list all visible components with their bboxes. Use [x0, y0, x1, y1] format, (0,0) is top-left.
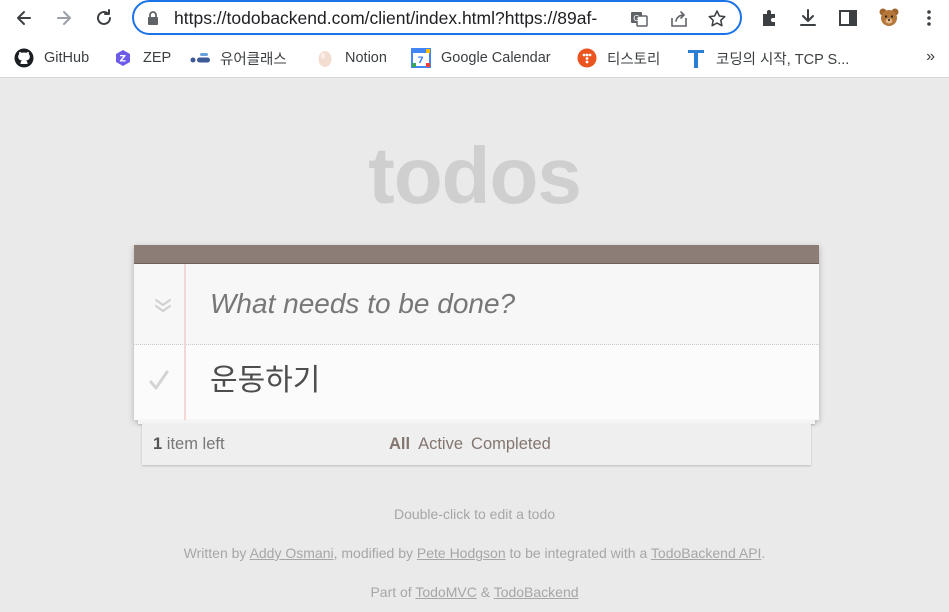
- todo-footer: 1 item left All Active Completed: [142, 424, 811, 465]
- part-of-line: Part of TodoMVC & TodoBackend: [0, 584, 949, 600]
- edit-hint: Double-click to edit a todo: [393, 506, 556, 522]
- share-icon[interactable]: [668, 8, 690, 30]
- bookmark-star-icon[interactable]: [706, 8, 728, 30]
- side-panel-icon[interactable]: [835, 5, 861, 31]
- todo-count-suffix: item left: [162, 435, 225, 453]
- back-button[interactable]: [10, 4, 38, 32]
- todo-label[interactable]: 운동하기: [210, 363, 320, 399]
- notion-icon: [315, 48, 335, 68]
- reload-button[interactable]: [90, 4, 118, 32]
- address-bar[interactable]: https://todobackend.com/client/index.htm…: [132, 0, 742, 35]
- new-todo-row: [134, 264, 819, 345]
- zep-icon: Z: [113, 48, 133, 68]
- bookmark-label: Google Calendar: [441, 50, 551, 66]
- new-todo-input[interactable]: [210, 284, 800, 324]
- toggle-all-button[interactable]: [152, 294, 174, 316]
- todo-app: 운동하기: [134, 245, 819, 420]
- bookmark-label: 코딩의 시작, TCP S...: [716, 51, 850, 68]
- page-content: todos 운동하기 1 item left All Active Comple…: [0, 79, 949, 612]
- bookmark-zep[interactable]: Z ZEP: [113, 47, 171, 69]
- translate-icon[interactable]: G: [628, 8, 650, 30]
- bookmark-google-calendar[interactable]: 7 Google Calendar: [411, 47, 551, 69]
- credits-text: .: [761, 545, 766, 561]
- author-link-pete[interactable]: Pete Hodgson: [417, 545, 506, 561]
- todo-item[interactable]: 운동하기: [134, 345, 819, 420]
- browser-toolbar: https://todobackend.com/client/index.htm…: [0, 0, 949, 38]
- bookmark-label: 유어클래스: [220, 51, 287, 68]
- yourclass-icon: [190, 48, 210, 68]
- part-of-text: Part of: [370, 584, 416, 600]
- credits-line: Written by Addy Osmani, modified by Pete…: [0, 545, 949, 561]
- credits-text: Written by: [183, 545, 250, 561]
- url-text[interactable]: https://todobackend.com/client/index.htm…: [174, 8, 619, 28]
- svg-text:Z: Z: [120, 55, 127, 65]
- part-of-text: &: [476, 584, 494, 600]
- credits-text: to be integrated with a: [505, 545, 651, 561]
- tistory-icon: [577, 48, 597, 68]
- back-arrow-icon: [17, 11, 31, 25]
- download-icon[interactable]: [795, 5, 821, 31]
- todo-count-number: 1: [153, 435, 163, 453]
- filter-active[interactable]: Active: [418, 435, 463, 454]
- todomvc-link[interactable]: TodoMVC: [415, 584, 476, 600]
- notebook-margin-line: [184, 264, 186, 420]
- todo-count: 1 item left: [153, 435, 225, 454]
- extensions-icon[interactable]: [756, 5, 782, 31]
- filter-all[interactable]: All: [389, 435, 410, 454]
- github-icon: [14, 48, 34, 68]
- forward-arrow-icon: [57, 11, 71, 25]
- bookmark-notion[interactable]: Notion: [315, 47, 387, 69]
- filters: All Active Completed: [389, 435, 551, 454]
- bookmark-github[interactable]: GitHub: [14, 47, 89, 69]
- bookmark-label: GitHub: [44, 50, 90, 66]
- profile-avatar-icon[interactable]: [876, 5, 902, 31]
- bookmark-label: ZEP: [143, 50, 172, 66]
- todobackend-api-link[interactable]: TodoBackend API: [651, 545, 762, 561]
- bookmark-yourclass[interactable]: 유어클래스: [190, 47, 287, 69]
- lock-icon: [148, 11, 158, 25]
- chevron-down-double-icon: [155, 299, 171, 312]
- todo-toggle-checkbox[interactable]: [148, 369, 170, 395]
- filter-completed[interactable]: Completed: [471, 435, 551, 454]
- bookmark-tistory[interactable]: 티스토리: [577, 47, 660, 69]
- bookmark-label: Notion: [345, 50, 387, 66]
- tcp-icon: [686, 48, 706, 68]
- svg-text:G: G: [633, 14, 639, 23]
- chrome-menu-icon[interactable]: [916, 5, 942, 31]
- app-title: todos: [368, 131, 582, 220]
- header-bar: [134, 245, 819, 264]
- bookmarks-overflow-button[interactable]: »: [926, 48, 935, 66]
- bookmark-tcp[interactable]: 코딩의 시작, TCP S...: [686, 47, 849, 69]
- svg-text:7: 7: [418, 56, 424, 66]
- credits-text: , modified by: [333, 545, 417, 561]
- todobackend-link[interactable]: TodoBackend: [494, 584, 579, 600]
- forward-button[interactable]: [50, 4, 78, 32]
- checkmark-icon: [149, 370, 169, 390]
- bookmark-label: 티스토리: [607, 51, 661, 68]
- reload-icon: [97, 9, 111, 25]
- bookmarks-bar: GitHub Z ZEP 유어클래스 Notion 7 Google Calen…: [0, 38, 949, 78]
- calendar-icon: 7: [411, 48, 431, 68]
- author-link-addy[interactable]: Addy Osmani: [250, 545, 334, 561]
